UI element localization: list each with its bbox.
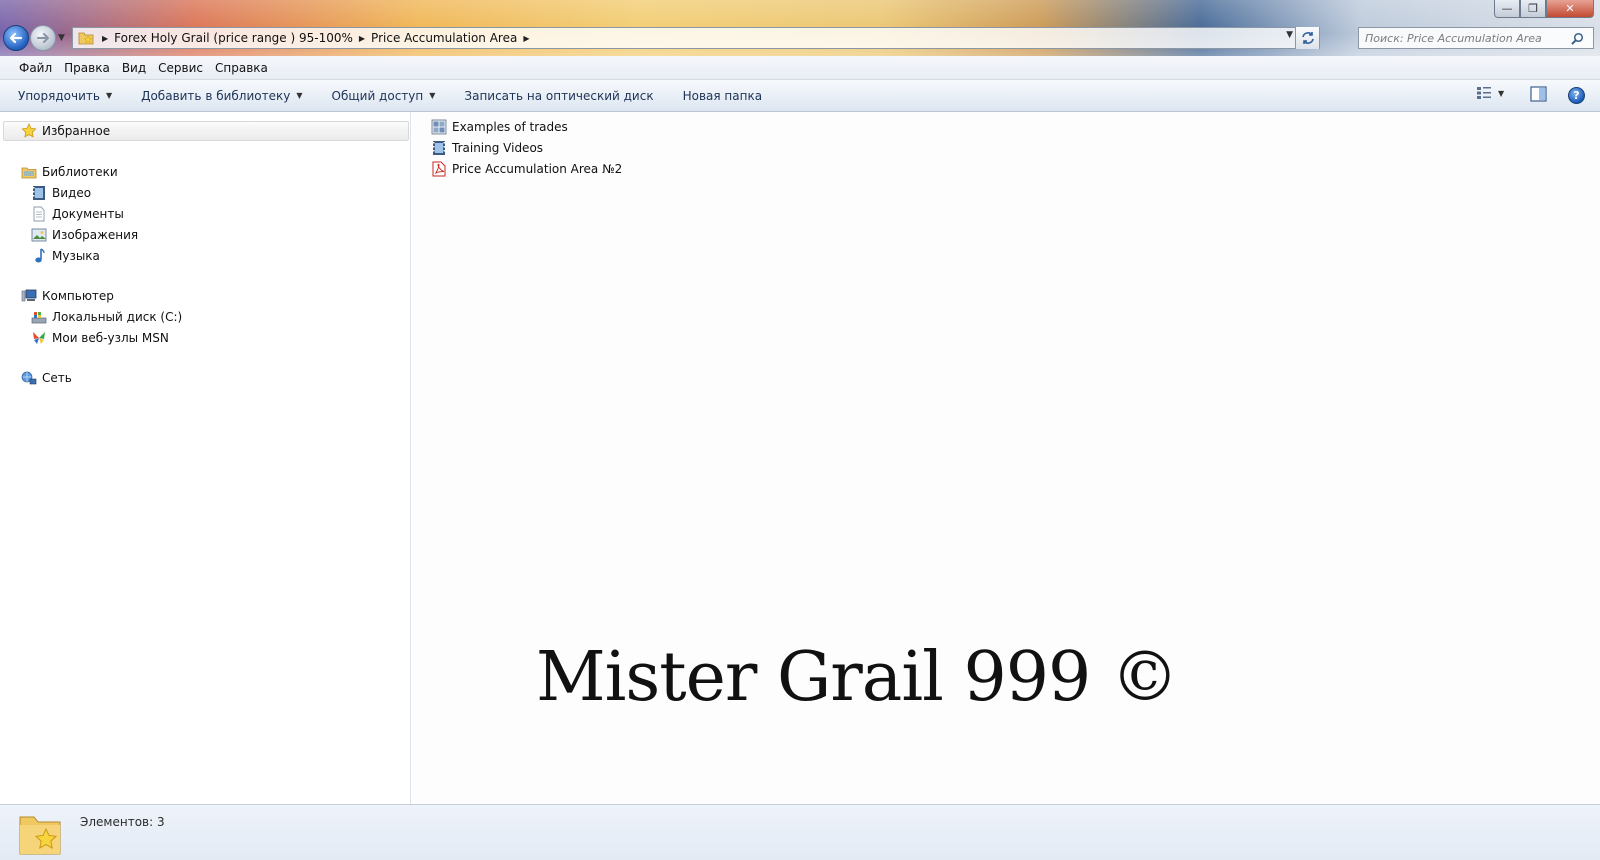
search-box[interactable] xyxy=(1358,27,1594,49)
nav-label: Изображения xyxy=(52,228,139,242)
nav-item-local-disk[interactable]: Локальный диск (C:) xyxy=(30,307,182,327)
menu-file[interactable]: Файл xyxy=(14,61,57,75)
organize-label: Упорядочить xyxy=(18,88,100,103)
breadcrumb-separator-icon[interactable]: ▶ xyxy=(359,34,365,43)
nav-item-libraries[interactable]: Библиотеки xyxy=(20,162,118,182)
preview-pane-button[interactable] xyxy=(1530,86,1547,105)
search-icon[interactable] xyxy=(1567,28,1587,48)
breadcrumb-separator-icon[interactable]: ▶ xyxy=(523,34,529,43)
burn-label: Записать на оптический диск xyxy=(464,88,654,103)
close-button[interactable]: ✕ xyxy=(1546,0,1594,18)
navigation-pane: Избранное Библиотеки Видео Документы Изо… xyxy=(0,112,411,804)
video-icon xyxy=(30,184,48,202)
file-list: Examples of trades Training Videos Price… xyxy=(412,112,1600,804)
breadcrumb-item[interactable]: Forex Holy Grail (price range ) 95-100% xyxy=(114,31,353,45)
nav-label: Библиотеки xyxy=(42,165,118,179)
forward-arrow-icon xyxy=(37,33,49,43)
libraries-icon xyxy=(20,163,38,181)
search-input[interactable] xyxy=(1359,28,1567,48)
pdf-icon xyxy=(431,161,447,177)
maximize-button[interactable]: ❐ xyxy=(1520,0,1546,18)
view-grid-icon xyxy=(1477,87,1491,99)
address-bar[interactable]: ▶ Forex Holy Grail (price range ) 95-100… xyxy=(72,27,1320,49)
nav-item-computer[interactable]: Компьютер xyxy=(20,286,114,306)
breadcrumb-item-current[interactable]: Price Accumulation Area xyxy=(371,31,517,45)
nav-item-images[interactable]: Изображения xyxy=(30,225,138,245)
refresh-button[interactable] xyxy=(1295,27,1319,49)
image-folder-icon xyxy=(431,119,447,135)
file-item[interactable]: Price Accumulation Area №2 xyxy=(431,159,622,179)
refresh-icon xyxy=(1301,32,1314,44)
nav-label: Избранное xyxy=(42,124,111,138)
nav-label: Видео xyxy=(52,186,92,200)
recent-pages-dropdown[interactable]: ▼ xyxy=(58,33,65,43)
nav-item-documents[interactable]: Документы xyxy=(30,204,124,224)
nav-label: Документы xyxy=(52,207,124,221)
file-name: Examples of trades xyxy=(452,120,568,134)
nav-label: Локальный диск (C:) xyxy=(52,310,183,324)
item-count: Элементов: 3 xyxy=(80,815,165,829)
computer-icon xyxy=(20,287,38,305)
images-icon xyxy=(30,226,48,244)
nav-label: Сеть xyxy=(42,371,72,385)
file-item[interactable]: Training Videos xyxy=(431,138,543,158)
view-options-button[interactable]: ▼ xyxy=(1476,86,1504,100)
breadcrumb-separator-icon[interactable]: ▶ xyxy=(102,34,108,43)
chevron-down-icon: ▼ xyxy=(429,91,436,100)
title-bar: — ❐ ✕ ▼ ▶ Forex Holy Grail (price range … xyxy=(0,0,1600,56)
menu-view[interactable]: Вид xyxy=(117,61,151,75)
star-icon xyxy=(20,122,38,140)
menu-bar: Файл Правка Вид Сервис Справка xyxy=(0,56,1600,80)
nav-item-music[interactable]: Музыка xyxy=(30,246,100,266)
add-to-library-label: Добавить в библиотеку xyxy=(141,88,291,103)
file-name: Training Videos xyxy=(452,141,544,155)
add-to-library-button[interactable]: Добавить в библиотеку ▼ xyxy=(135,89,308,103)
nav-label: Компьютер xyxy=(42,289,114,303)
chevron-down-icon: ▼ xyxy=(296,91,303,100)
network-icon xyxy=(20,369,38,387)
menu-edit[interactable]: Правка xyxy=(59,61,115,75)
nav-label: Мои веб-узлы MSN xyxy=(52,331,169,345)
file-item[interactable]: Examples of trades xyxy=(431,117,568,137)
favorites-folder-large-icon xyxy=(16,811,64,857)
nav-item-video[interactable]: Видео xyxy=(30,183,91,203)
favorites-folder-icon xyxy=(76,28,96,48)
nav-label: Музыка xyxy=(52,249,100,263)
nav-item-msn-sites[interactable]: Мои веб-узлы MSN xyxy=(30,328,169,348)
preview-pane-icon xyxy=(1530,86,1547,102)
organize-button[interactable]: Упорядочить ▼ xyxy=(12,89,118,103)
details-pane: Элементов: 3 xyxy=(0,804,1600,860)
forward-button[interactable] xyxy=(30,25,56,51)
documents-icon xyxy=(30,205,48,223)
chevron-down-icon: ▼ xyxy=(1498,88,1505,98)
back-arrow-icon xyxy=(9,32,23,44)
burn-button[interactable]: Записать на оптический диск xyxy=(458,89,659,103)
nav-item-favorites[interactable]: Избранное xyxy=(3,121,409,141)
chevron-down-icon: ▼ xyxy=(105,91,113,100)
share-button[interactable]: Общий доступ ▼ xyxy=(326,89,442,103)
minimize-button[interactable]: — xyxy=(1494,0,1520,18)
share-label: Общий доступ xyxy=(331,88,424,103)
msn-butterfly-icon xyxy=(30,329,48,347)
hard-drive-icon xyxy=(30,308,48,326)
menu-tools[interactable]: Сервис xyxy=(153,61,208,75)
new-folder-button[interactable]: Новая папка xyxy=(677,89,768,103)
video-folder-icon xyxy=(431,140,447,156)
music-note-icon xyxy=(30,247,48,265)
help-button[interactable]: ? xyxy=(1568,87,1585,104)
menu-help[interactable]: Справка xyxy=(210,61,273,75)
nav-item-network[interactable]: Сеть xyxy=(20,368,72,388)
new-folder-label: Новая папка xyxy=(682,88,763,103)
back-button[interactable] xyxy=(3,25,29,51)
command-bar: Упорядочить ▼ Добавить в библиотеку ▼ Об… xyxy=(0,80,1600,112)
address-history-dropdown[interactable]: ▼ xyxy=(1286,30,1293,40)
file-name: Price Accumulation Area №2 xyxy=(452,162,623,176)
watermark-text: Mister Grail 999 © xyxy=(536,638,1179,717)
